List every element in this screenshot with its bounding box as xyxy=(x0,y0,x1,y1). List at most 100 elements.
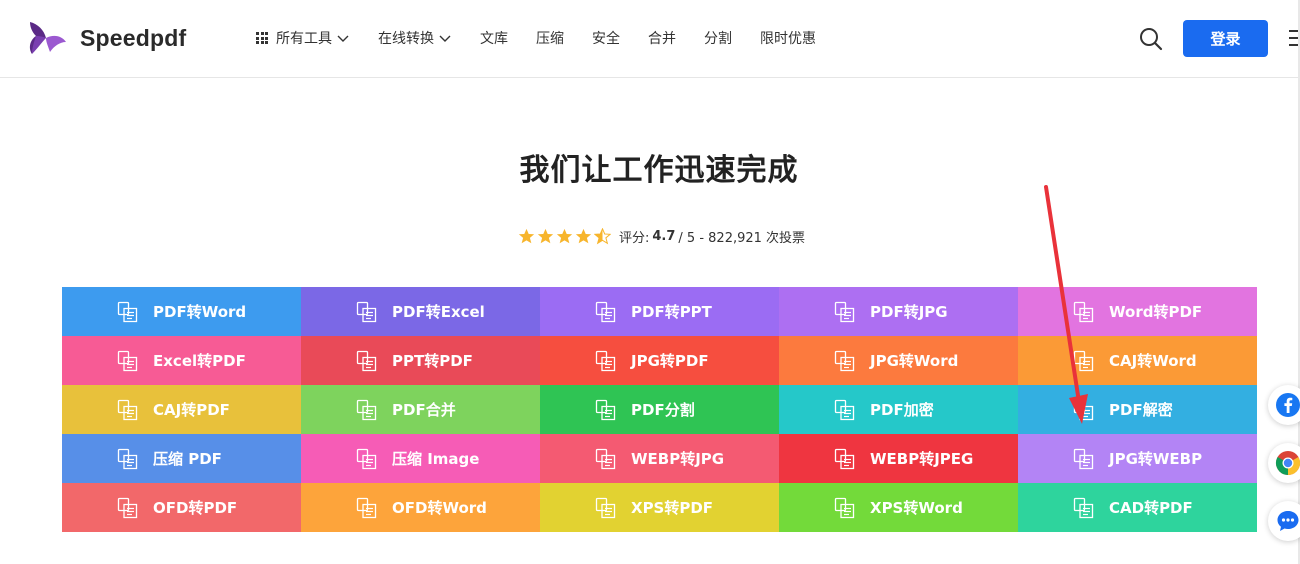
tool-tile[interactable]: Word转PDF xyxy=(1018,287,1257,336)
nav-limited-offer[interactable]: 限时优惠 xyxy=(760,28,816,48)
tool-tile[interactable]: JPG转PDF xyxy=(540,336,779,385)
rating-score: 4.7 xyxy=(652,229,676,244)
tool-tile[interactable]: OFD转Word xyxy=(301,483,540,532)
tool-tile[interactable]: PDF分割 xyxy=(540,385,779,434)
tool-tile[interactable]: PDF转Excel xyxy=(301,287,540,336)
star-full-icon xyxy=(556,228,573,244)
tool-tile[interactable]: PPT转PDF xyxy=(301,336,540,385)
tool-tile[interactable]: CAJ转PDF xyxy=(62,385,301,434)
site-header: Speedpdf 所有工具 在线转换 文库 压缩 安全 合并 分割 限时优惠 登… xyxy=(0,0,1300,78)
tool-label: XPS转PDF xyxy=(631,499,714,517)
tool-label: Excel转PDF xyxy=(153,352,246,370)
nav-all-tools[interactable]: 所有工具 xyxy=(256,28,350,48)
tool-tile[interactable]: 压缩 Image xyxy=(301,434,540,483)
tool-label: JPG转Word xyxy=(870,352,959,370)
tool-tile[interactable]: PDF转Word xyxy=(62,287,301,336)
document-convert-icon xyxy=(834,497,855,518)
tool-tile[interactable]: JPG转WEBP xyxy=(1018,434,1257,483)
document-convert-icon xyxy=(834,448,855,469)
star-full-icon xyxy=(537,228,554,244)
tool-label: 压缩 PDF xyxy=(153,450,222,468)
tool-label: PDF转PPT xyxy=(631,303,712,321)
document-convert-icon xyxy=(356,350,377,371)
nav-label: 文库 xyxy=(480,31,508,47)
tool-tile[interactable]: PDF合并 xyxy=(301,385,540,434)
tool-tile[interactable]: PDF解密 xyxy=(1018,385,1257,434)
tool-tile[interactable]: WEBP转JPEG xyxy=(779,434,1018,483)
chat-support-button[interactable] xyxy=(1268,501,1300,541)
tool-tile[interactable]: 压缩 PDF xyxy=(62,434,301,483)
star-full-icon xyxy=(518,228,535,244)
nav-label: 所有工具 xyxy=(276,31,332,47)
nav-label: 压缩 xyxy=(536,31,564,47)
tool-tile[interactable]: PDF转PPT xyxy=(540,287,779,336)
brand-name: Speedpdf xyxy=(80,24,187,51)
page-title: 我们让工作迅速完成 xyxy=(519,153,799,188)
tool-tile[interactable]: WEBP转JPG xyxy=(540,434,779,483)
facebook-share-button[interactable] xyxy=(1268,385,1300,425)
tool-label: WEBP转JPG xyxy=(631,450,725,468)
grid-icon xyxy=(256,32,268,44)
tool-label: Word转PDF xyxy=(1109,303,1203,321)
rating-prefix: 评分: xyxy=(619,231,650,246)
chat-icon xyxy=(1277,511,1299,531)
rating-stars xyxy=(518,228,613,245)
tool-tile[interactable]: CAJ转Word xyxy=(1018,336,1257,385)
tool-tile[interactable]: PDF加密 xyxy=(779,385,1018,434)
tool-label: PDF转Word xyxy=(153,303,247,321)
document-convert-icon xyxy=(834,399,855,420)
main-nav: 所有工具 在线转换 文库 压缩 安全 合并 分割 限时优惠 xyxy=(256,28,844,48)
nav-label: 限时优惠 xyxy=(760,31,816,47)
chrome-extension-button[interactable] xyxy=(1268,443,1300,483)
document-convert-icon xyxy=(834,350,855,371)
chrome-icon xyxy=(1275,451,1300,475)
document-convert-icon xyxy=(356,301,377,322)
nav-merge[interactable]: 合并 xyxy=(648,28,676,48)
login-button[interactable]: 登录 xyxy=(1183,20,1268,57)
tool-tile[interactable]: PDF转JPG xyxy=(779,287,1018,336)
nav-online-convert[interactable]: 在线转换 xyxy=(378,28,452,48)
search-icon[interactable] xyxy=(1138,26,1164,52)
nav-library[interactable]: 文库 xyxy=(480,28,508,48)
document-convert-icon xyxy=(356,399,377,420)
tool-tile[interactable]: XPS转Word xyxy=(779,483,1018,532)
tool-label: PPT转PDF xyxy=(392,352,473,370)
brand-logo[interactable]: Speedpdf xyxy=(24,18,186,58)
nav-split[interactable]: 分割 xyxy=(704,28,732,48)
document-convert-icon xyxy=(1073,448,1094,469)
tool-tile[interactable]: OFD转PDF xyxy=(62,483,301,532)
tool-tile[interactable]: XPS转PDF xyxy=(540,483,779,532)
tool-label: PDF转Excel xyxy=(392,303,485,321)
tool-tile[interactable]: JPG转Word xyxy=(779,336,1018,385)
document-convert-icon xyxy=(117,448,138,469)
tool-label: CAJ转Word xyxy=(1109,352,1197,370)
nav-label: 分割 xyxy=(704,31,732,47)
nav-label: 安全 xyxy=(592,31,620,47)
star-full-icon xyxy=(575,228,592,244)
document-convert-icon xyxy=(595,350,616,371)
tool-label: PDF转JPG xyxy=(870,303,948,321)
nav-compress[interactable]: 压缩 xyxy=(536,28,564,48)
tool-label: PDF加密 xyxy=(870,401,934,419)
tool-tile[interactable]: CAD转PDF xyxy=(1018,483,1257,532)
speedpdf-logo-icon xyxy=(29,22,66,54)
tool-label: PDF合并 xyxy=(392,401,456,419)
document-convert-icon xyxy=(595,399,616,420)
nav-security[interactable]: 安全 xyxy=(592,28,620,48)
tool-label: PDF分割 xyxy=(631,401,695,419)
facebook-icon xyxy=(1276,393,1300,417)
document-convert-icon xyxy=(595,448,616,469)
tool-label: XPS转Word xyxy=(870,499,963,517)
document-convert-icon xyxy=(595,301,616,322)
tool-label: CAJ转PDF xyxy=(153,401,230,419)
document-convert-icon xyxy=(1073,399,1094,420)
tool-label: WEBP转JPEG xyxy=(870,450,974,468)
document-convert-icon xyxy=(117,399,138,420)
tool-tile[interactable]: Excel转PDF xyxy=(62,336,301,385)
document-convert-icon xyxy=(117,301,138,322)
document-convert-icon xyxy=(1073,301,1094,322)
star-half-icon xyxy=(594,228,611,245)
document-convert-icon xyxy=(356,448,377,469)
chevron-down-icon xyxy=(439,35,451,42)
document-convert-icon xyxy=(117,350,138,371)
